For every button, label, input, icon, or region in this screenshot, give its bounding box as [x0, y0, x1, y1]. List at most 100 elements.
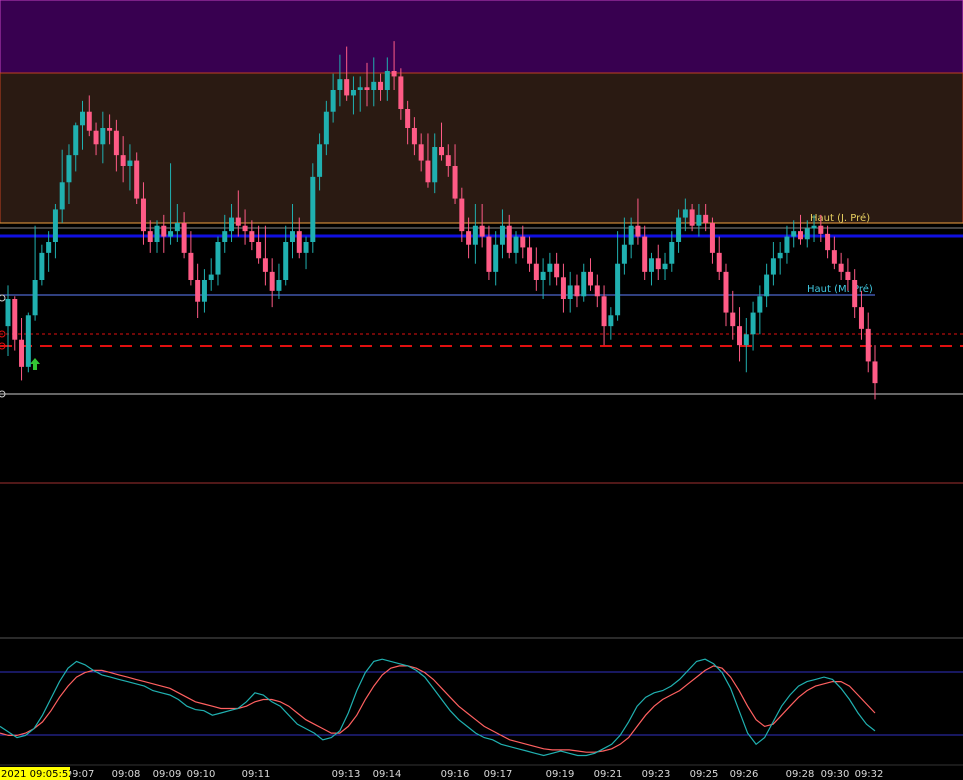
x-tick-label: 09:10 — [187, 769, 216, 780]
candle-bull — [696, 214, 702, 226]
candle-bear — [527, 247, 533, 264]
candle-bull — [73, 125, 79, 156]
candle-bear — [655, 258, 661, 270]
x-tick-label: 09:13 — [332, 769, 361, 780]
candle-bull — [59, 182, 65, 210]
candle-bear — [452, 166, 458, 199]
candle-bull — [621, 244, 627, 264]
candle-bear — [134, 160, 140, 199]
candle-bull — [764, 274, 770, 297]
candle-bull — [743, 334, 749, 346]
candle-bull — [66, 155, 72, 183]
candle-bear — [635, 225, 641, 237]
candle-bull — [371, 81, 377, 90]
candle-bull — [52, 209, 58, 242]
x-tick-label: 09:30 — [821, 769, 850, 780]
candle-bear — [486, 236, 492, 272]
candle-bear — [296, 231, 302, 253]
candle-bull — [283, 242, 289, 280]
haut-j-pre-label: Haut (J. Pré) — [810, 212, 870, 224]
x-tick-label: 09:23 — [642, 769, 671, 780]
candle-bull — [39, 252, 45, 280]
candle-bear — [93, 130, 99, 145]
x-tick-label: 09:14 — [373, 769, 402, 780]
candle-bear — [858, 307, 864, 329]
candle-bull — [791, 231, 797, 237]
candle-bull — [32, 280, 38, 316]
candle-bear — [831, 250, 837, 264]
resistance-zone-top — [0, 0, 963, 74]
candle-bear — [161, 225, 167, 237]
candle-bear — [86, 111, 92, 131]
candle-bull — [384, 71, 390, 90]
candle-bull — [804, 228, 810, 240]
candle-bear — [262, 258, 268, 272]
candle-bull — [628, 225, 634, 245]
candle-bull — [615, 263, 621, 316]
candle-bull — [547, 263, 553, 272]
candle-bear — [588, 271, 594, 286]
candle-bear — [120, 155, 126, 166]
candle-bull — [168, 231, 174, 237]
candle-bear — [797, 231, 803, 240]
candle-bear — [344, 79, 350, 96]
candle-bear — [249, 231, 255, 242]
candle-bear — [574, 285, 580, 297]
candle-bear — [845, 271, 851, 280]
trading-chart[interactable]: Haut (J. Pré) Haut (M. Pré) 09:07 09:08 09… — [0, 0, 963, 780]
x-tick-label: 09:28 — [786, 769, 815, 780]
candle-bull — [472, 225, 478, 245]
candle-bear — [865, 328, 871, 362]
candle-bull — [323, 111, 329, 145]
candle-bull — [669, 242, 675, 264]
candle-bull — [337, 79, 343, 90]
candle-bear — [533, 263, 539, 280]
candle-bear — [703, 214, 709, 223]
candle-bull — [757, 296, 763, 313]
x-tick-label: 09:21 — [594, 769, 623, 780]
candle-bear — [506, 225, 512, 253]
candle-bull — [100, 128, 106, 145]
candle-bull — [154, 225, 160, 242]
candle-bear — [818, 225, 824, 234]
candle-bear — [113, 130, 119, 156]
candle-bear — [269, 271, 275, 291]
date-label: 2021 09:05:52 — [1, 769, 75, 780]
candle-bull — [676, 217, 682, 242]
candle-bull — [648, 258, 654, 272]
candle-bull — [432, 147, 438, 183]
candle-bull — [229, 217, 235, 232]
candle-bull — [513, 236, 519, 253]
candle-bull — [357, 87, 363, 90]
candle-bull — [811, 225, 817, 229]
candle-bear — [147, 231, 153, 242]
candle-bear — [716, 252, 722, 272]
candle-bear — [723, 271, 729, 313]
candle-bear — [181, 223, 187, 253]
candle-bear — [107, 128, 113, 131]
candle-bull — [770, 258, 776, 275]
candle-bear — [594, 285, 600, 297]
candle-bull — [581, 271, 587, 297]
candle-bear — [852, 280, 858, 308]
candle-bear — [709, 223, 715, 253]
x-tick-label: 09:09 — [153, 769, 182, 780]
x-tick-label: 09:17 — [484, 769, 513, 780]
candle-bull — [127, 160, 133, 166]
candle-bull — [330, 90, 336, 112]
candle-bear — [364, 87, 370, 90]
candle-bear — [445, 155, 451, 166]
candle-bull — [80, 111, 86, 126]
candle-bear — [391, 71, 397, 77]
candle-bull — [662, 263, 668, 270]
candle-bull — [25, 315, 31, 367]
candle-bull — [289, 231, 295, 242]
candle-bull — [5, 299, 11, 327]
candle-bear — [418, 144, 424, 161]
candle-bear — [188, 252, 194, 280]
candle-bear — [140, 198, 146, 232]
candle-bull — [567, 285, 573, 299]
candle-bear — [479, 225, 485, 237]
candle-bear — [838, 263, 844, 272]
candle-bull — [201, 280, 207, 302]
